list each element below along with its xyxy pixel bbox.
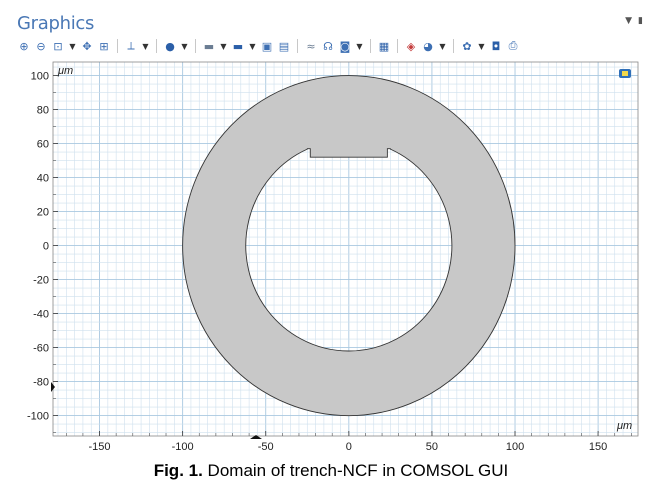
y-tick-label: 0 <box>43 241 49 253</box>
y-tick-label: 40 <box>37 173 49 185</box>
x-tick-label: -150 <box>89 441 111 453</box>
y-tick-label: 100 <box>31 71 49 83</box>
y-tick-label: -80 <box>33 377 49 389</box>
caption-text: Domain of trench-NCF in COMSOL GUI <box>202 461 509 480</box>
y-tick-label: 20 <box>37 207 49 219</box>
x-tick-label: -100 <box>172 441 194 453</box>
x-tick-label: 100 <box>506 441 524 453</box>
x-tick-label: 150 <box>589 441 607 453</box>
view-cube-icon[interactable] <box>619 69 631 78</box>
y-tick-label: -20 <box>33 275 49 287</box>
y-tick-label: -100 <box>27 411 49 423</box>
y-tick-label: 80 <box>37 105 49 117</box>
caption-label: Fig. 1. <box>153 461 203 480</box>
x-tick-label: 50 <box>426 441 438 453</box>
x-unit-label: μm <box>616 420 632 432</box>
y-tick-label: -60 <box>33 343 49 355</box>
x-tick-label: 0 <box>346 441 352 453</box>
figure-caption: Fig. 1. Domain of trench-NCF in COMSOL G… <box>0 461 662 481</box>
y-tick-label: 60 <box>37 139 49 151</box>
y-unit-label: μm <box>57 65 73 77</box>
y-tick-label: -40 <box>33 309 49 321</box>
x-tick-label: -50 <box>258 441 274 453</box>
graphics-canvas[interactable]: -150 -100 -50 0 50 100 150 100 80 60 40 20 0 -20 -40 -6… <box>0 0 662 460</box>
